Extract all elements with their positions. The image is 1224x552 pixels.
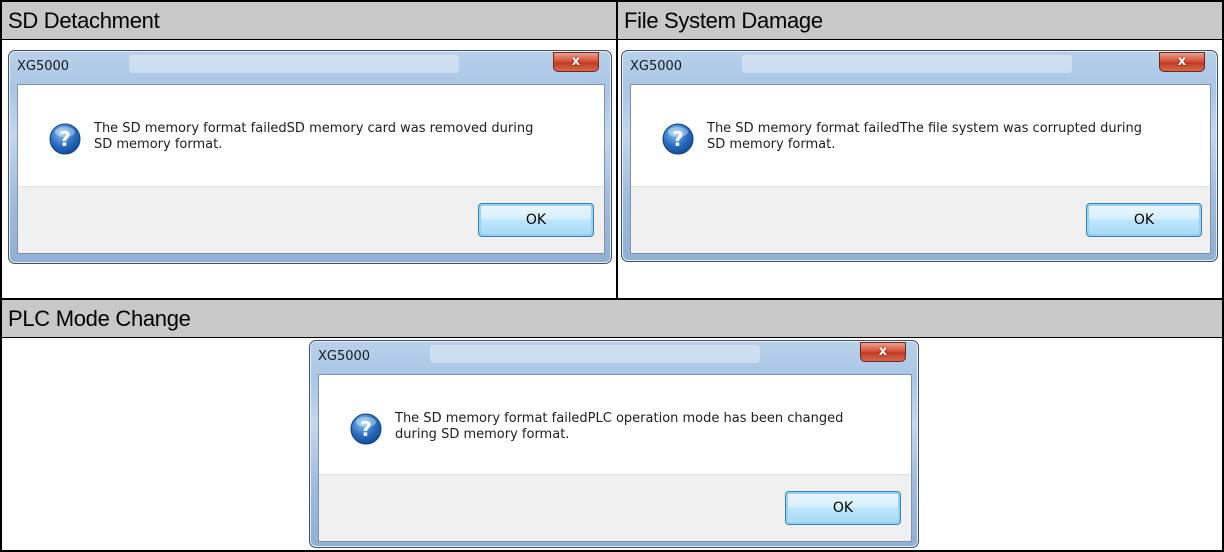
svg-text:?: ? [360, 417, 372, 441]
message-text: The SD memory format failedSD memory car… [94, 121, 533, 153]
message-line-2: during SD memory format. [395, 427, 570, 442]
dialog-title: XG5000 [17, 59, 70, 74]
message-line-2: SD memory format. [94, 137, 223, 152]
dialog-content: ? The SD memory format failedPLC operati… [318, 374, 912, 542]
header-file-system-damage: File System Damage [618, 2, 1222, 40]
ok-button[interactable]: OK [478, 203, 594, 237]
close-button[interactable]: x [1159, 52, 1205, 72]
header-sd-detachment: SD Detachment [2, 2, 616, 40]
svg-text:?: ? [672, 127, 684, 151]
comparison-table: SD Detachment File System Damage PLC Mod… [0, 0, 1224, 552]
cell-divider-vertical [616, 0, 618, 300]
svg-text:?: ? [59, 127, 71, 151]
button-area: OK [631, 186, 1210, 253]
message-area: ? The SD memory format failedSD memory c… [18, 85, 604, 189]
dialog-title: XG5000 [318, 349, 371, 364]
message-text: The SD memory format failedThe file syst… [707, 121, 1142, 153]
message-line-1: The SD memory format failedSD memory car… [94, 121, 534, 136]
message-area: ? The SD memory format failedThe file sy… [631, 85, 1210, 189]
message-line-1: The SD memory format failedPLC operation… [395, 411, 844, 426]
dialog-file-system-damage: XG5000 x ? The SD memory format failedTh… [621, 50, 1218, 262]
close-icon: x [1177, 54, 1187, 69]
close-button[interactable]: x [860, 342, 906, 362]
header-plc-mode-change: PLC Mode Change [2, 300, 1222, 338]
message-line-2: SD memory format. [707, 137, 836, 152]
dialog-content: ? The SD memory format failedSD memory c… [17, 84, 605, 254]
button-area: OK [18, 186, 604, 253]
button-area: OK [319, 474, 911, 541]
message-line-1: The SD memory format failedThe file syst… [707, 121, 1143, 136]
ok-button[interactable]: OK [1086, 203, 1202, 237]
message-area: ? The SD memory format failedPLC operati… [319, 375, 911, 477]
question-icon: ? [350, 413, 382, 445]
close-button[interactable]: x [553, 52, 599, 72]
dialog-sd-detachment: XG5000 x ? The SD memory format failedSD… [8, 50, 612, 264]
close-icon: x [571, 54, 581, 69]
message-text: The SD memory format failedPLC operation… [395, 411, 843, 443]
question-icon: ? [49, 123, 81, 155]
dialog-content: ? The SD memory format failedThe file sy… [630, 84, 1211, 254]
dialog-plc-mode-change: XG5000 x ? The SD memory format failedPL… [309, 340, 919, 548]
close-icon: x [878, 344, 888, 359]
ok-button[interactable]: OK [785, 491, 901, 525]
dialog-title: XG5000 [630, 59, 683, 74]
question-icon: ? [662, 123, 694, 155]
